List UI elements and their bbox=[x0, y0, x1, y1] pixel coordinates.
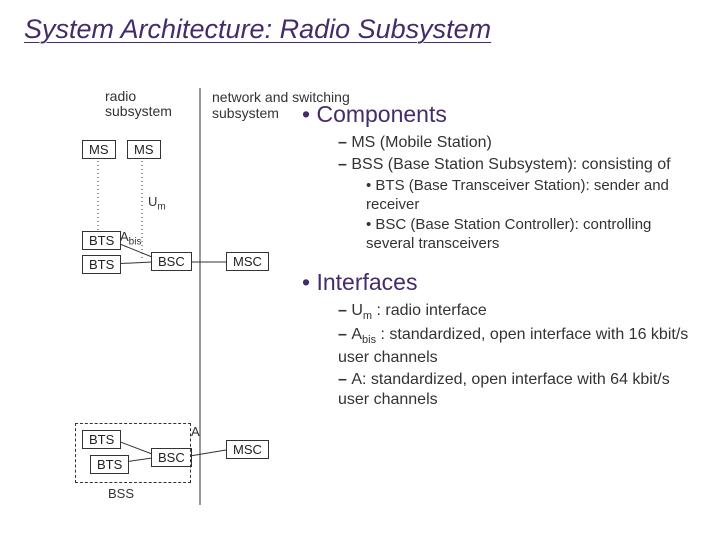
bss-boundary bbox=[75, 423, 191, 483]
item-abis: Abis : standardized, open interface with… bbox=[338, 325, 702, 368]
box-bts-2: BTS bbox=[82, 255, 121, 274]
box-ms-1: MS bbox=[82, 140, 116, 159]
item-bss: BSS (Base Station Subsystem): consisting… bbox=[338, 155, 702, 254]
item-bts: BTS (Base Transceiver Station): sender a… bbox=[366, 177, 702, 215]
box-ms-2: MS bbox=[127, 140, 161, 159]
heading-interfaces: Interfaces bbox=[302, 269, 417, 295]
heading-components: Components bbox=[302, 101, 447, 127]
box-msc-2: MSC bbox=[226, 440, 269, 459]
label-bss: BSS bbox=[108, 486, 134, 501]
label-um: Um bbox=[148, 194, 166, 213]
item-a: A: standardized, open interface with 64 … bbox=[338, 370, 702, 410]
item-ms: MS (Mobile Station) bbox=[338, 133, 702, 153]
label-a: A bbox=[191, 424, 200, 439]
box-msc-1: MSC bbox=[226, 252, 269, 271]
item-um: Um : radio interface bbox=[338, 301, 702, 324]
label-abis: Abis bbox=[120, 229, 141, 248]
bullet-list: Components MS (Mobile Station) BSS (Base… bbox=[302, 100, 702, 424]
box-bsc-1: BSC bbox=[151, 252, 192, 271]
item-bsc: BSC (Base Station Controller): controlli… bbox=[366, 216, 702, 254]
box-bts-1: BTS bbox=[82, 231, 121, 250]
